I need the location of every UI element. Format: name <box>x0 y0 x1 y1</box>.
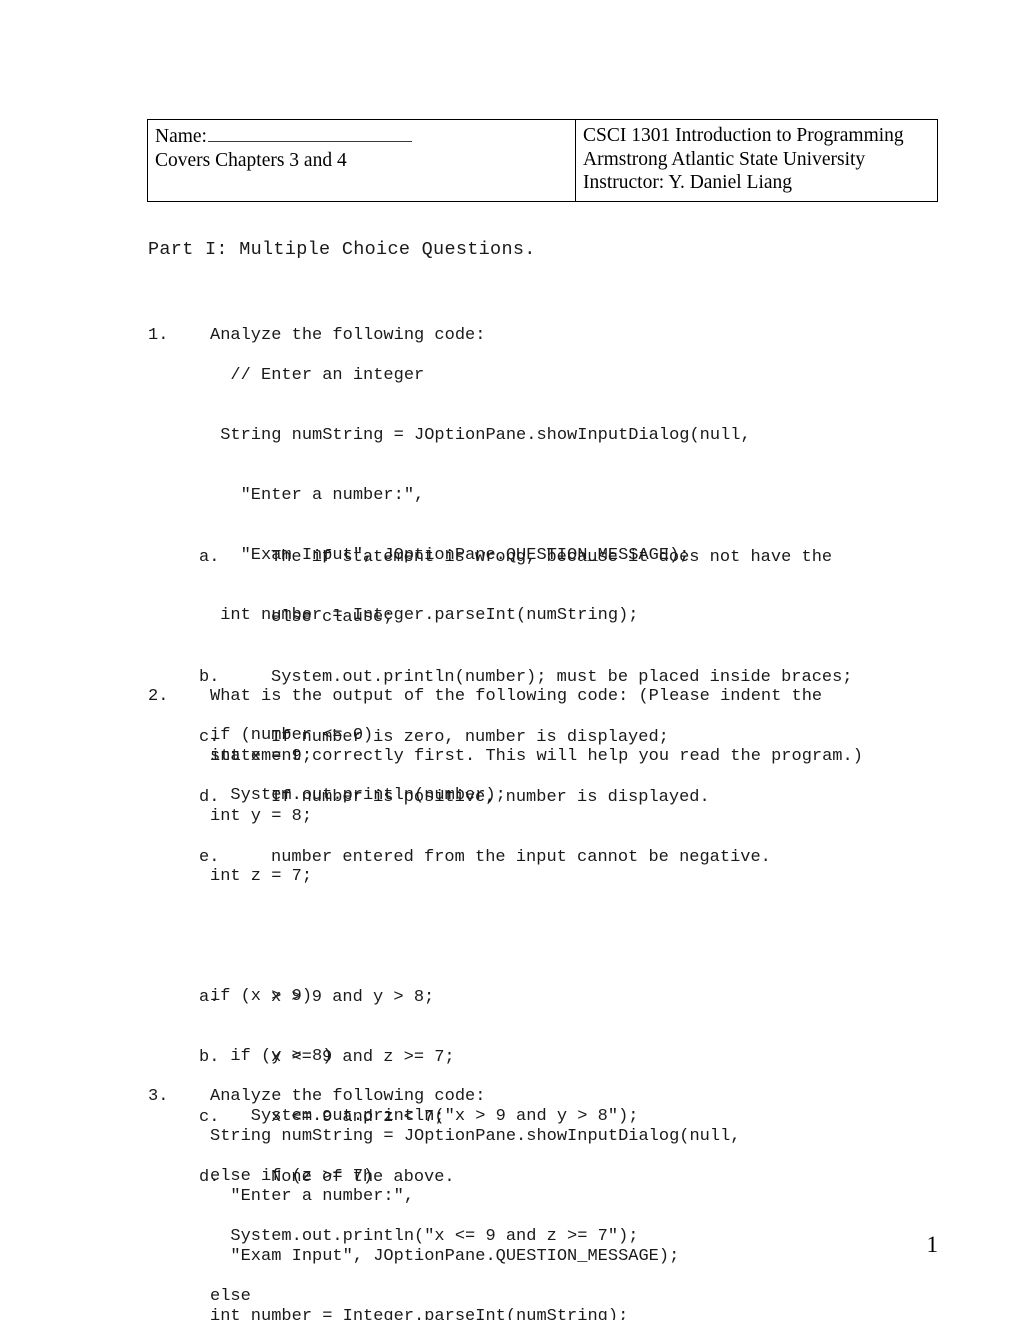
code-line: "Enter a number:", <box>210 1187 415 1206</box>
code-line: String numString = JOptionPane.showInput… <box>210 426 751 445</box>
question-3-code: String numString = JOptionPane.showInput… <box>0 1087 741 1320</box>
question-2-number: 2. <box>148 687 169 706</box>
page-number: 1 <box>926 1232 939 1257</box>
code-line: int number = Integer.parseInt(numString)… <box>210 1307 629 1320</box>
option-a-letter: a. <box>199 988 220 1007</box>
option-a-text-line-2: else clause; <box>271 608 394 627</box>
code-line: int z = 7; <box>210 867 313 886</box>
code-line: int y = 8; <box>210 807 313 826</box>
exam-body: Part I: Multiple Choice Questions. 1. Ana… <box>0 0 1020 1320</box>
option-a-letter: a. <box>199 548 220 567</box>
part-title: Part I: Multiple Choice Questions. <box>148 239 536 260</box>
code-line: "Enter a number:", <box>210 486 425 505</box>
code-line: String numString = JOptionPane.showInput… <box>210 1127 741 1146</box>
option-a[interactable]: a. x > 9 and y > 8; <box>0 988 455 1008</box>
question-2-prompt-line-0: 2. What is the output of the following co… <box>0 687 863 707</box>
option-a-continued: else clause; <box>0 608 853 628</box>
code-line: "Exam Input", JOptionPane.QUESTION_MESSA… <box>210 1247 680 1266</box>
option-a[interactable]: a. The if statement is wrong, because it … <box>0 548 853 568</box>
question-2-prompt-text: What is the output of the following code… <box>210 687 823 706</box>
code-line: int x = 9; <box>210 747 313 766</box>
option-a-text: x > 9 and y > 8; <box>271 988 435 1007</box>
exam-page: Name: Covers Chapters 3 and 4 CSCI 1301 … <box>0 0 1020 1320</box>
option-a-text: The if statement is wrong, because it do… <box>271 548 833 567</box>
code-line: // Enter an integer <box>210 366 425 385</box>
